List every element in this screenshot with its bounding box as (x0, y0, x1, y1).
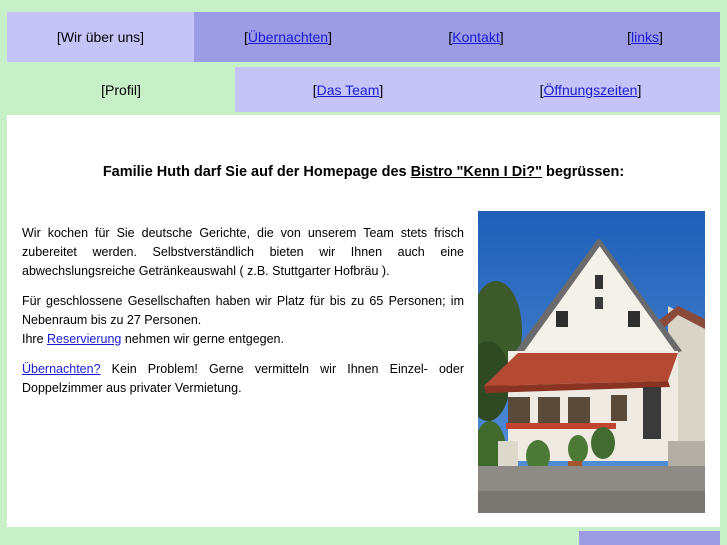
headline-text: Familie Huth darf Sie auf der Homepage d… (102, 164, 411, 180)
bracket: ] (136, 81, 141, 98)
intro-text: Wir kochen für Sie deutsche Gerichte, di… (22, 224, 464, 409)
bistro-link[interactable]: Bistro "Kenn I Di?" (411, 164, 542, 180)
tab-links[interactable]: [links] (570, 12, 720, 62)
uebernachten-inline-link[interactable]: Übernachten? (22, 362, 101, 376)
paragraph-capacity: Für geschlossene Gesellschaften haben wi… (22, 292, 464, 349)
bracket: ] (328, 29, 332, 45)
bracket: ] (499, 29, 504, 45)
page-headline: Familie Huth darf Sie auf der Homepage d… (7, 164, 720, 180)
top-navigation: [Wir über uns] [Übernachten] [Kontakt] [… (7, 12, 720, 62)
tab-wir-ueber-uns[interactable]: [Wir über uns] (7, 12, 194, 62)
oeffnungszeiten-link[interactable]: Öffnungszeiten (544, 82, 638, 98)
bracket: ] (140, 29, 145, 45)
links-link[interactable]: links (631, 29, 659, 45)
sub-navigation: [Profil] [Das Team] [Öffnungszeiten] (7, 67, 720, 112)
footer-bar (579, 531, 720, 545)
subtab-profil[interactable]: [Profil] (7, 67, 235, 112)
tab-uebernachten[interactable]: [Übernachten] (194, 12, 382, 62)
bracket: ] (659, 29, 663, 45)
capacity-text: Ihre (22, 332, 48, 346)
uebernachten-link[interactable]: Übernachten (248, 29, 328, 45)
kontakt-link[interactable]: Kontakt (452, 29, 499, 45)
content-panel: Familie Huth darf Sie auf der Homepage d… (7, 115, 720, 527)
bracket: ] (379, 81, 384, 98)
headline-text: begrüssen: (541, 164, 625, 180)
tab-label: Wir über uns (60, 29, 141, 45)
bracket: ] (637, 81, 642, 98)
paragraph-cuisine: Wir kochen für Sie deutsche Gerichte, di… (22, 226, 464, 278)
subtab-label: Profil (105, 81, 137, 98)
tab-kontakt[interactable]: [Kontakt] (382, 12, 570, 62)
capacity-text: Für geschlossene Gesellschaften haben wi… (22, 294, 464, 327)
das-team-link[interactable]: Das Team (317, 82, 380, 98)
capacity-text: nehmen wir gerne entgegen. (121, 332, 284, 346)
building-photo (478, 211, 705, 513)
reservierung-link[interactable]: Reservierung (47, 332, 121, 346)
subtab-oeffnungszeiten[interactable]: [Öffnungszeiten] (461, 67, 720, 112)
subtab-das-team[interactable]: [Das Team] (235, 67, 461, 112)
paragraph-rooms: Übernachten? Kein Problem! Gerne vermitt… (22, 360, 464, 398)
